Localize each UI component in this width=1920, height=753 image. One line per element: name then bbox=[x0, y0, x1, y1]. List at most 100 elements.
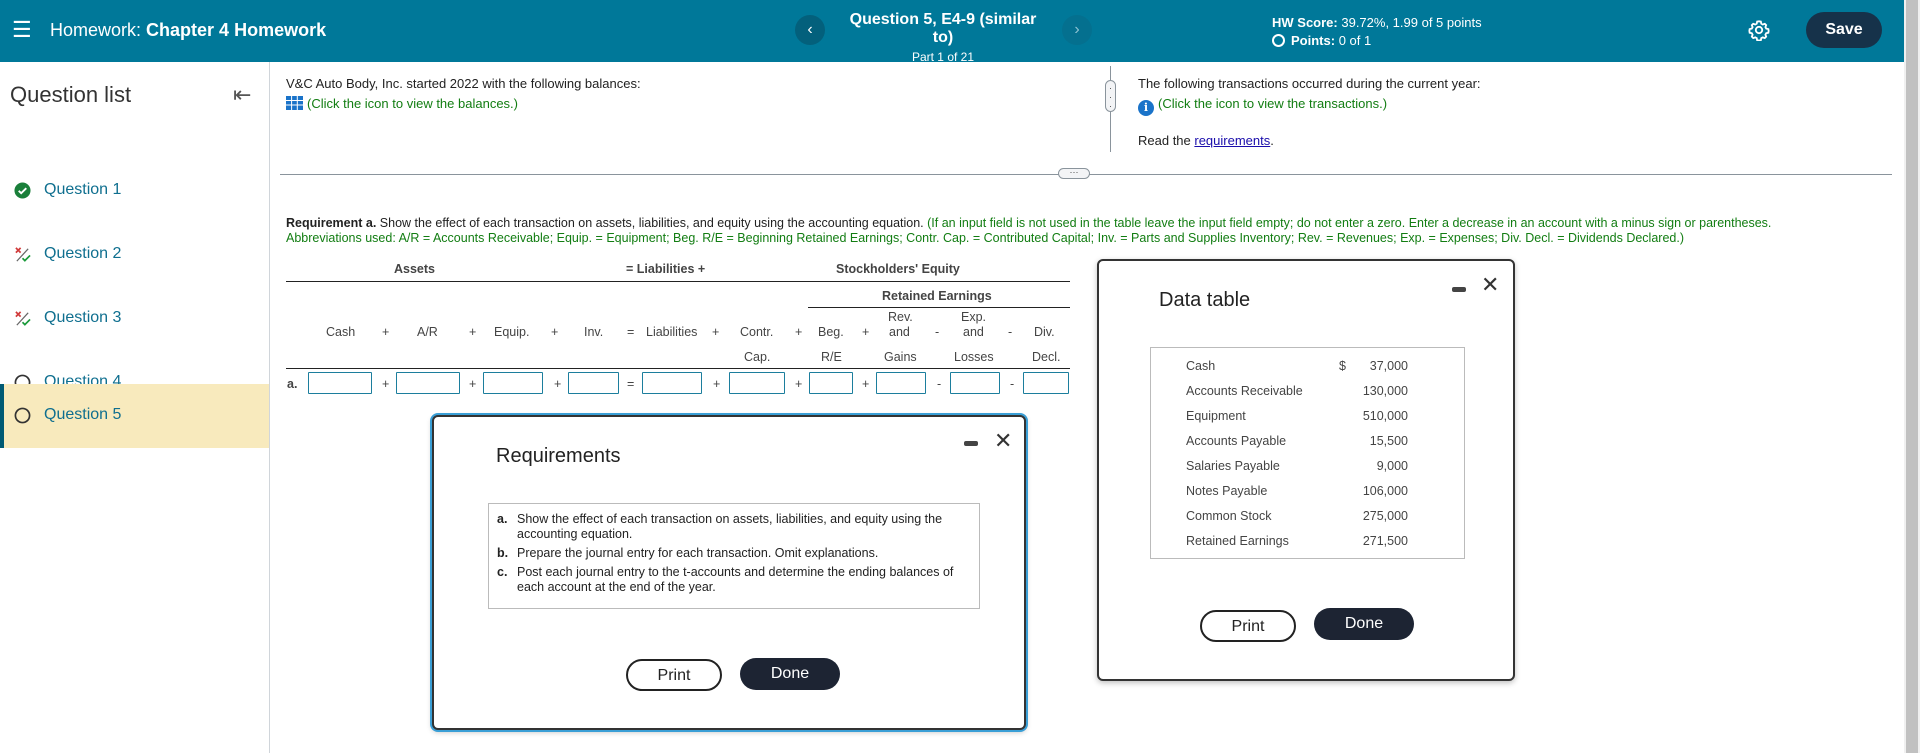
question-part: Part 1 of 21 bbox=[911, 50, 975, 64]
op-minus: - bbox=[1008, 325, 1013, 339]
account-balance: 275,000 bbox=[1362, 509, 1408, 523]
balance-row: Common Stock 275,000 bbox=[1151, 504, 1464, 529]
requirement-item-text: Prepare the journal entry for each trans… bbox=[517, 546, 879, 560]
previous-question-button[interactable]: ‹ bbox=[795, 15, 825, 45]
balance-row: Retained Earnings 271,500 bbox=[1151, 529, 1464, 554]
op-plus: + bbox=[795, 377, 803, 391]
col-rev-gains: Gains bbox=[884, 350, 917, 364]
op-plus: + bbox=[795, 325, 803, 339]
beg-re-input[interactable] bbox=[809, 372, 853, 394]
account-name: Notes Payable bbox=[1186, 484, 1268, 498]
balance-row: Equipment 510,000 bbox=[1151, 404, 1464, 429]
requirement-instructions: Requirement a. Show the effect of each t… bbox=[286, 216, 1896, 246]
contr-cap-input[interactable] bbox=[729, 372, 785, 394]
vertical-splitter-handle[interactable]: · · · bbox=[1105, 80, 1116, 112]
col-div: Div. bbox=[1034, 325, 1055, 339]
transactions-text: The following transactions occurred duri… bbox=[1138, 76, 1481, 91]
account-name: Accounts Payable bbox=[1186, 434, 1287, 448]
top-bar: ☰ Homework: Chapter 4 Homework ‹ Questio… bbox=[0, 0, 1904, 64]
question-list-header: Question list bbox=[10, 82, 132, 107]
col-liabilities: Liabilities bbox=[646, 325, 698, 339]
col-ar: A/R bbox=[417, 325, 438, 339]
equip-input[interactable] bbox=[483, 372, 543, 394]
row-rule bbox=[286, 368, 1070, 369]
account-balance: 510,000 bbox=[1362, 409, 1408, 423]
cash-input[interactable] bbox=[308, 372, 372, 394]
account-balance: 130,000 bbox=[1362, 384, 1408, 398]
col-cash: Cash bbox=[326, 325, 356, 339]
sidebar-item-question-5[interactable]: Question 5 bbox=[0, 384, 269, 448]
ar-input[interactable] bbox=[396, 372, 460, 394]
account-balance: 15,500 bbox=[1369, 434, 1408, 448]
col-contr-cap: Cap. bbox=[744, 350, 771, 364]
requirements-link[interactable]: requirements bbox=[1194, 133, 1270, 148]
op-plus: + bbox=[469, 325, 477, 339]
next-question-button[interactable]: › bbox=[1062, 15, 1092, 45]
sidebar-item-question-3[interactable]: Question 3 bbox=[0, 287, 269, 351]
score-panel: HW Score: 39.72%, 1.99 of 5 points Point… bbox=[1272, 14, 1482, 50]
view-balances-link[interactable]: (Click the icon to view the balances.) bbox=[286, 94, 641, 114]
page-scrollbar[interactable] bbox=[1904, 0, 1920, 753]
close-icon[interactable]: ✕ bbox=[994, 430, 1012, 452]
minimize-icon[interactable] bbox=[964, 441, 978, 446]
gear-icon[interactable] bbox=[1748, 19, 1770, 41]
requirement-note: (If an input field is not used in the ta… bbox=[923, 216, 1772, 230]
hamburger-menu-icon[interactable]: ☰ bbox=[12, 19, 32, 41]
inv-input[interactable] bbox=[568, 372, 619, 394]
points-value: 0 of 1 bbox=[1338, 33, 1372, 48]
save-button[interactable]: Save bbox=[1806, 12, 1882, 48]
col-beg-re: R/E bbox=[821, 350, 842, 364]
op-minus: - bbox=[935, 325, 940, 339]
requirement-letter: a. bbox=[497, 512, 508, 526]
op-equals: = bbox=[627, 377, 635, 391]
col-inv: Inv. bbox=[584, 325, 604, 339]
read-prefix: Read the bbox=[1138, 133, 1195, 148]
view-transactions-link[interactable]: i (Click the icon to view the transaction… bbox=[1138, 94, 1481, 116]
row-label: a. bbox=[287, 377, 298, 391]
sidebar-item-question-1[interactable]: Question 1 bbox=[0, 159, 269, 223]
print-button[interactable]: Print bbox=[626, 659, 722, 691]
table-grid-icon[interactable] bbox=[286, 96, 303, 110]
sidebar-item-question-2[interactable]: Question 2 bbox=[0, 223, 269, 287]
op-plus: + bbox=[382, 325, 390, 339]
col-exp: Exp. bbox=[961, 310, 987, 324]
requirement-letter: c. bbox=[497, 565, 508, 579]
col-equip: Equip. bbox=[494, 325, 530, 339]
account-name: Equipment bbox=[1186, 409, 1246, 423]
done-button[interactable]: Done bbox=[1314, 608, 1414, 640]
col-contr: Contr. bbox=[740, 325, 774, 339]
op-minus: - bbox=[937, 377, 942, 391]
balance-row: Accounts Payable 15,500 bbox=[1151, 429, 1464, 454]
minimize-icon[interactable] bbox=[1452, 287, 1466, 292]
question-title: Question 5, E4-9 (similar to) bbox=[849, 11, 1037, 46]
retained-earnings-rule bbox=[808, 307, 1070, 308]
close-icon[interactable]: ✕ bbox=[1481, 274, 1499, 296]
account-name: Common Stock bbox=[1186, 509, 1272, 523]
balances-link-text[interactable]: (Click the icon to view the balances.) bbox=[307, 96, 518, 111]
div-decl-input[interactable] bbox=[1023, 372, 1069, 394]
data-table-dialog-title: Data table bbox=[1159, 289, 1251, 311]
balance-row: Salaries Payable 9,000 bbox=[1151, 454, 1464, 479]
rev-gains-input[interactable] bbox=[876, 372, 926, 394]
exp-losses-input[interactable] bbox=[950, 372, 1000, 394]
requirement-item-text: Show the effect of each transaction on a… bbox=[517, 512, 943, 541]
liabilities-input[interactable] bbox=[642, 372, 702, 394]
requirement-item-text: Post each journal entry to the t-account… bbox=[517, 565, 954, 594]
done-button[interactable]: Done bbox=[740, 658, 840, 690]
question-header: Question 5, E4-9 (similar to) Part 1 of … bbox=[838, 11, 1048, 64]
collapse-sidebar-icon[interactable]: ⇤ bbox=[233, 82, 251, 108]
balance-row: Cash $37,000 bbox=[1151, 354, 1464, 379]
account-name: Salaries Payable bbox=[1186, 459, 1280, 473]
col-rev: Rev. bbox=[888, 310, 913, 324]
op-minus: - bbox=[1010, 377, 1015, 391]
points-status-icon bbox=[1272, 34, 1285, 47]
scrollbar-thumb[interactable] bbox=[1906, 0, 1918, 753]
op-plus: + bbox=[469, 377, 477, 391]
homework-name: Chapter 4 Homework bbox=[146, 20, 327, 40]
transactions-link-text[interactable]: (Click the icon to view the transactions… bbox=[1158, 96, 1387, 111]
col-exp-losses: Losses bbox=[954, 350, 994, 364]
print-button[interactable]: Print bbox=[1200, 610, 1296, 642]
horizontal-splitter-handle[interactable]: ··· bbox=[1058, 168, 1090, 179]
header-rule bbox=[286, 281, 1070, 282]
info-icon[interactable]: i bbox=[1138, 100, 1154, 116]
